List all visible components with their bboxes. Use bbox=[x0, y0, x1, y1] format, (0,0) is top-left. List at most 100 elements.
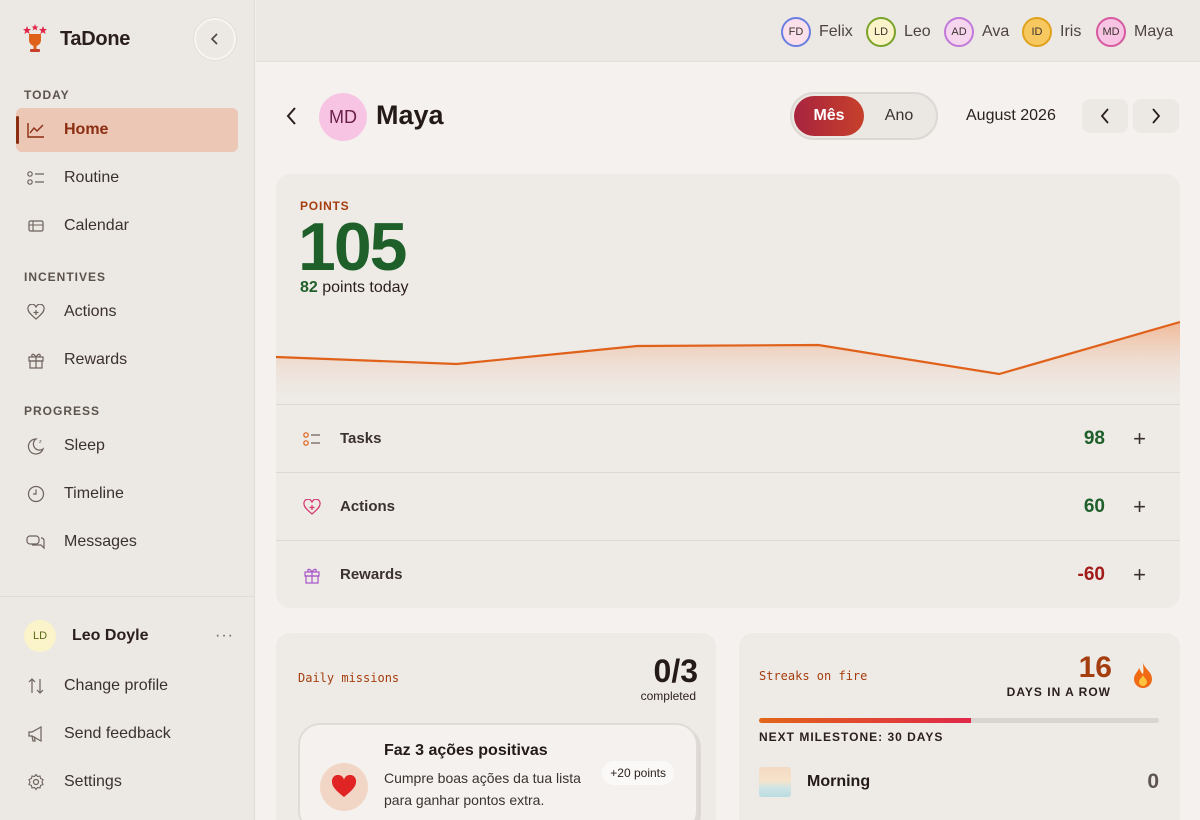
streak-days-label: DAYS IN A ROW bbox=[1006, 685, 1111, 699]
breakdown-label: Tasks bbox=[340, 430, 382, 447]
period-option-year[interactable]: Ano bbox=[864, 96, 934, 136]
change-profile-label: Change profile bbox=[64, 677, 169, 694]
calendar-icon bbox=[26, 216, 46, 236]
trophy-logo-icon bbox=[22, 24, 48, 54]
breakdown-value: 60 bbox=[1083, 495, 1105, 517]
svg-text:z: z bbox=[39, 439, 42, 445]
settings-label: Settings bbox=[64, 773, 122, 790]
breakdown-value: -60 bbox=[1077, 563, 1105, 585]
sidebar-divider bbox=[0, 596, 254, 597]
sidebar-item-timeline[interactable]: Timeline bbox=[16, 472, 238, 516]
current-month: August 2026 bbox=[966, 107, 1056, 124]
points-today: 82 points today bbox=[300, 279, 409, 297]
collapse-sidebar-button[interactable] bbox=[194, 18, 236, 60]
change-profile-button[interactable]: Change profile bbox=[16, 664, 238, 708]
streak-row-label: Morning bbox=[807, 773, 871, 790]
sidebar-item-label: Messages bbox=[64, 533, 137, 550]
breakdown-label: Actions bbox=[340, 498, 396, 515]
megaphone-icon bbox=[26, 724, 46, 744]
avatar: FD bbox=[781, 17, 811, 47]
sidebar-item-label: Timeline bbox=[64, 485, 124, 502]
brand[interactable]: TaDone bbox=[22, 24, 130, 54]
streak-row-morning[interactable]: Morning 0 bbox=[759, 766, 1159, 798]
member-felix[interactable]: FD Felix bbox=[781, 16, 853, 48]
points-card: POINTS 105 82 points today Tasks 98 + Ac… bbox=[276, 174, 1180, 608]
add-task-button[interactable]: + bbox=[1133, 426, 1146, 452]
fire-icon bbox=[1132, 662, 1154, 694]
member-iris[interactable]: ID Iris bbox=[1022, 16, 1081, 48]
member-maya[interactable]: MD Maya bbox=[1096, 16, 1173, 48]
streak-days: 16 bbox=[1078, 651, 1112, 684]
sidebar-item-sleep[interactable]: z Sleep bbox=[16, 424, 238, 468]
gear-icon bbox=[26, 772, 46, 792]
streaks-card: Streaks on fire 16 DAYS IN A ROW NEXT MI… bbox=[739, 633, 1180, 820]
breakdown-row-actions: Actions 60 + bbox=[276, 472, 1180, 540]
sidebar-item-calendar[interactable]: Calendar bbox=[16, 204, 238, 248]
member-name: Leo bbox=[904, 23, 931, 40]
heart-plus-icon bbox=[26, 302, 46, 322]
avatar: ID bbox=[1022, 17, 1052, 47]
missions-count-sub: completed bbox=[640, 689, 696, 703]
member-name: Ava bbox=[982, 23, 1010, 40]
next-month-button[interactable] bbox=[1133, 99, 1179, 133]
clock-icon bbox=[26, 484, 46, 504]
breakdown-label: Rewards bbox=[340, 566, 403, 583]
avatar: LD bbox=[866, 17, 896, 47]
sidebar-item-routine[interactable]: Routine bbox=[16, 156, 238, 200]
streaks-label: Streaks on fire bbox=[759, 669, 868, 683]
more-options-button[interactable]: ··· bbox=[215, 627, 234, 645]
section-label-today: TODAY bbox=[24, 88, 70, 102]
gift-icon bbox=[302, 565, 322, 585]
send-feedback-button[interactable]: Send feedback bbox=[16, 712, 238, 756]
heart-plus-icon bbox=[302, 497, 322, 517]
period-option-month[interactable]: Mês bbox=[794, 96, 864, 136]
avatar: MD bbox=[319, 93, 367, 141]
sidebar-item-rewards[interactable]: Rewards bbox=[16, 338, 238, 382]
heart-icon bbox=[320, 763, 368, 811]
avatar: MD bbox=[1096, 17, 1126, 47]
mission-item[interactable]: Faz 3 ações positivas Cumpre boas ações … bbox=[298, 723, 698, 820]
breakdown-row-rewards: Rewards -60 + bbox=[276, 540, 1180, 608]
settings-button[interactable]: Settings bbox=[16, 760, 238, 804]
member-name: Iris bbox=[1060, 23, 1082, 40]
sidebar-item-home[interactable]: Home bbox=[16, 108, 238, 152]
breakdown-value: 98 bbox=[1083, 427, 1105, 449]
daily-missions-card: Daily missions 0/3 completed Faz 3 ações… bbox=[276, 633, 716, 820]
member-leo[interactable]: LD Leo bbox=[866, 16, 931, 48]
prev-month-button[interactable] bbox=[1082, 99, 1128, 133]
sidebar-item-label: Calendar bbox=[64, 217, 129, 234]
brand-name: TaDone bbox=[60, 27, 131, 50]
section-label-progress: PROGRESS bbox=[24, 404, 101, 418]
points-total: 105 bbox=[298, 209, 407, 285]
chevron-left-icon bbox=[286, 107, 296, 125]
sidebar-item-actions[interactable]: Actions bbox=[16, 290, 238, 334]
list-check-icon bbox=[302, 429, 322, 449]
chat-icon bbox=[26, 532, 46, 552]
member-name: Maya bbox=[1134, 23, 1174, 40]
gift-icon bbox=[26, 350, 46, 370]
milestone-progress-fill bbox=[759, 718, 971, 723]
milestone-progress bbox=[759, 718, 1159, 723]
sunrise-icon bbox=[759, 767, 791, 797]
page-title: Maya bbox=[376, 100, 444, 130]
current-profile[interactable]: LD Leo Doyle ··· bbox=[24, 620, 234, 652]
topbar: FD Felix LD Leo AD Ava ID Iris MD Maya bbox=[256, 0, 1200, 62]
add-action-button[interactable]: + bbox=[1133, 494, 1146, 520]
member-ava[interactable]: AD Ava bbox=[944, 16, 1009, 48]
chevron-left-icon bbox=[210, 33, 218, 45]
mission-description: Cumpre boas ações da tua lista para ganh… bbox=[384, 770, 581, 808]
chevron-left-icon bbox=[1100, 108, 1109, 124]
next-milestone: NEXT MILESTONE: 30 DAYS bbox=[759, 730, 944, 744]
chart-line-icon bbox=[26, 120, 46, 140]
sidebar-item-messages[interactable]: Messages bbox=[16, 520, 238, 564]
moon-icon: z bbox=[26, 436, 46, 456]
add-reward-button[interactable]: + bbox=[1133, 562, 1146, 588]
breakdown-row-tasks: Tasks 98 + bbox=[276, 404, 1180, 472]
missions-label: Daily missions bbox=[298, 671, 400, 685]
points-today-suffix: points today bbox=[317, 279, 409, 296]
send-feedback-label: Send feedback bbox=[64, 725, 171, 742]
back-button[interactable] bbox=[280, 104, 304, 128]
points-today-value: 82 bbox=[300, 279, 318, 296]
profile-name: Leo Doyle bbox=[72, 627, 149, 644]
sidebar-item-label: Rewards bbox=[64, 351, 128, 368]
